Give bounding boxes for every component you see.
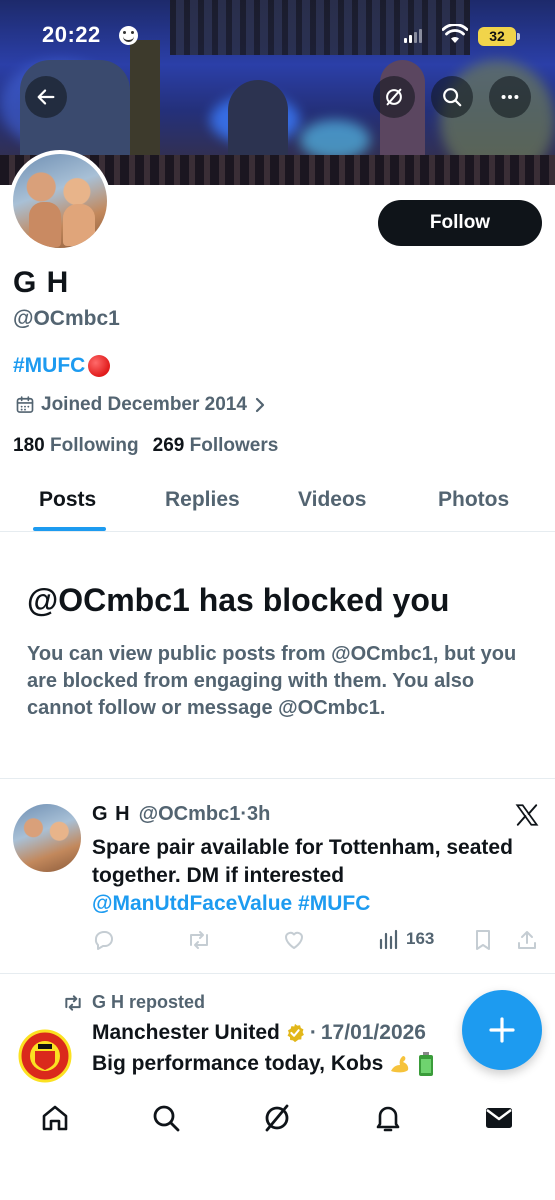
joined-label: Joined December 2014 [41, 394, 247, 415]
repost-indicator: G H reposted [62, 992, 205, 1013]
bookmark-icon [476, 930, 490, 950]
battery-indicator: 32 [478, 27, 520, 46]
nav-search[interactable] [146, 1098, 186, 1138]
profile-name: G H [13, 266, 70, 299]
profile-avatar[interactable] [9, 150, 111, 252]
joined-date-link[interactable]: Joined December 2014 [15, 394, 267, 416]
post-avatar[interactable] [13, 804, 81, 872]
calendar-icon [16, 396, 34, 413]
post-mention[interactable]: @ManUtdFaceValue [92, 892, 292, 915]
share-icon [518, 931, 536, 949]
home-icon [42, 1105, 68, 1131]
more-button[interactable] [489, 76, 531, 118]
tab-replies[interactable]: Replies [165, 488, 240, 512]
reply-icon [94, 931, 113, 950]
compose-post-button[interactable] [462, 990, 542, 1070]
nav-messages[interactable] [479, 1098, 519, 1138]
search-button[interactable] [431, 76, 473, 118]
search-icon [443, 88, 462, 107]
repost-separator: · [309, 1021, 317, 1044]
post-text: Spare pair available for Tottenham, seat… [92, 834, 532, 918]
repost-body: Big performance today, Kobs [92, 1052, 384, 1075]
manchester-united-crest-icon[interactable] [18, 1027, 72, 1085]
active-tab-indicator [33, 527, 106, 531]
reply-button[interactable] [92, 928, 116, 952]
repost-header: Manchester United · 17/01/2026 [92, 1021, 426, 1045]
views-count: 163 [406, 929, 435, 948]
post-author-handle: @OCmbc1 [138, 803, 241, 825]
repost-author-name[interactable]: Manchester United [92, 1021, 280, 1045]
x-logo-icon [515, 804, 539, 826]
following-count: 180 [13, 435, 45, 456]
views-icon [379, 929, 398, 950]
blocked-description: You can view public posts from @OCmbc1, … [27, 643, 517, 719]
followers-count: 269 [152, 435, 185, 456]
follow-button[interactable]: Follow [378, 200, 542, 246]
repost-text: Big performance today, Kobs [92, 1051, 435, 1077]
divider [0, 973, 555, 974]
status-time: 20:22 [42, 22, 101, 47]
followers-link[interactable]: 269 Followers [153, 435, 279, 457]
bio-hashtag[interactable]: #MUFC [13, 354, 85, 378]
grok-icon [265, 1104, 289, 1132]
back-button[interactable] [25, 76, 67, 118]
follow-stats: 180 Following 269 Followers [13, 435, 278, 457]
following-label: Following [49, 435, 139, 456]
repost-icon [65, 994, 81, 1011]
share-button[interactable] [515, 928, 539, 952]
grok-button[interactable] [373, 76, 415, 118]
nav-grok[interactable] [257, 1098, 297, 1138]
post-author-name[interactable]: G H [92, 803, 131, 826]
like-button[interactable] [282, 928, 306, 952]
profile-tabs: Posts Replies Videos Photos [0, 470, 555, 532]
focus-smiley-icon [119, 26, 138, 45]
post-hashtag[interactable]: #MUFC [298, 892, 370, 915]
post-header: G H @OCmbc1 · 3h [92, 803, 270, 826]
profile-handle: @OCmbc1 [13, 307, 120, 330]
views-button[interactable]: 163 [378, 928, 434, 950]
repost-label: G H reposted [92, 992, 206, 1012]
plus-icon [489, 1017, 515, 1043]
divider [0, 778, 555, 779]
more-icon [501, 94, 519, 100]
verified-badge-icon [287, 1023, 304, 1043]
battery-emoji-icon [419, 1052, 434, 1076]
status-bar: 20:22 32 [0, 0, 555, 60]
tab-photos[interactable]: Photos [438, 488, 509, 512]
search-icon [153, 1105, 180, 1132]
repost-date: 17/01/2026 [320, 1021, 426, 1044]
post-time: 3h [246, 803, 271, 825]
post-actions: 163 [92, 928, 542, 956]
tab-posts[interactable]: Posts [39, 488, 96, 512]
following-link[interactable]: 180 Following [13, 435, 139, 457]
repost-button[interactable] [186, 928, 212, 952]
post-separator: · [240, 803, 247, 825]
notifications-icon [376, 1106, 400, 1132]
back-arrow-icon [37, 89, 55, 105]
followers-label: Followers [189, 435, 279, 456]
red-circle-emoji [88, 355, 111, 377]
messages-icon [486, 1108, 512, 1128]
nav-notifications[interactable] [368, 1098, 408, 1138]
blocked-title: @OCmbc1 has blocked you [27, 582, 450, 618]
flexed-biceps-emoji-icon [391, 1056, 409, 1073]
profile-bio: #MUFC [13, 354, 111, 378]
chevron-right-icon [255, 397, 265, 413]
bookmark-button[interactable] [472, 928, 494, 952]
wifi-icon [442, 24, 468, 43]
repost-icon [190, 931, 208, 949]
nav-home[interactable] [35, 1098, 75, 1138]
bottom-navigation [0, 1088, 555, 1200]
tab-videos[interactable]: Videos [298, 488, 366, 512]
like-icon [285, 931, 303, 949]
grok-icon [386, 88, 402, 106]
signal-icon [404, 29, 422, 43]
post-body: Spare pair available for Tottenham, seat… [92, 836, 513, 887]
